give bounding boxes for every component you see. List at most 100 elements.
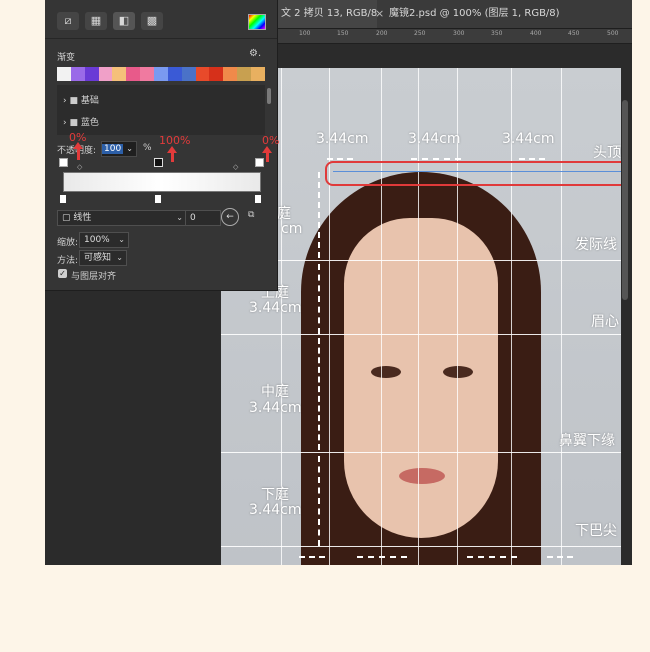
folder-label: 蓝色 xyxy=(80,118,99,128)
ruler-tick: 250 xyxy=(414,30,426,37)
document-tabs: 文 2 拷贝 13, RGB/8) × 魔镜2.psd @ 100% (图层 1… xyxy=(277,0,632,29)
folder-item-basic[interactable]: › ■ 基础 xyxy=(63,93,99,106)
gradient-bar[interactable] xyxy=(63,172,261,192)
align-label: 与图层对齐 xyxy=(71,272,117,282)
noise-gradient-button[interactable]: ▩ xyxy=(141,12,163,30)
label-meixin: 眉心 xyxy=(591,314,619,330)
measure-arrow xyxy=(299,556,325,558)
angle-input[interactable]: 0 xyxy=(185,210,221,226)
dither-icon[interactable]: ⧉ xyxy=(248,210,254,220)
gradient-preset-swatch[interactable] xyxy=(209,67,224,81)
opacity-stop[interactable] xyxy=(154,158,163,167)
gradient-preset-swatch[interactable] xyxy=(223,67,238,81)
close-icon[interactable]: × xyxy=(375,0,384,28)
grid-line xyxy=(221,334,621,335)
label-lower-cm: 3.44cm xyxy=(249,502,302,518)
label-partial-ting: 庭 xyxy=(277,206,291,222)
gradient-preset-swatch[interactable] xyxy=(195,67,210,81)
ruler-tick: 150 xyxy=(337,30,349,37)
color-stop[interactable] xyxy=(255,195,261,203)
face-shape xyxy=(344,218,498,538)
red-arrowhead xyxy=(167,146,177,153)
gradient-presets[interactable] xyxy=(57,67,265,81)
chevron-right-icon: › xyxy=(63,118,67,128)
scale-select[interactable]: 100% ⌄ xyxy=(79,232,129,248)
left-eye xyxy=(371,366,401,378)
red-arrow xyxy=(171,152,174,162)
measure-arrow xyxy=(411,158,461,160)
chevron-down-icon: ⌄ xyxy=(116,253,123,262)
grid-line xyxy=(221,546,621,547)
gear-icon[interactable]: ⚙. xyxy=(249,48,261,59)
label-middle-ting: 中庭 xyxy=(261,384,289,400)
gradient-preset-swatch[interactable] xyxy=(98,67,113,81)
grid-line xyxy=(561,68,562,565)
label-fajixian: 发际线 xyxy=(575,237,617,253)
gradient-preset-swatch[interactable] xyxy=(84,67,99,81)
opacity-stop[interactable] xyxy=(255,158,264,167)
divider xyxy=(45,38,277,39)
gradient-panel: ⧄ ▦ ◧ ▩ 渐变 ⚙. › ■ 基础 › ■ 蓝色 不透明度: 100 ⌄ xyxy=(45,0,279,291)
ruler-tick: 450 xyxy=(568,30,580,37)
measure-arrow xyxy=(547,556,573,558)
tab-document-2[interactable]: 魔镜2.psd @ 100% (图层 1, RGB/8) xyxy=(389,0,560,28)
panel-title: 渐变 xyxy=(57,53,76,63)
folder-scrollbar[interactable] xyxy=(267,88,271,104)
tab-document-1[interactable]: 文 2 拷贝 13, RGB/8) xyxy=(277,0,377,28)
vertical-scrollbar[interactable] xyxy=(622,100,628,300)
reverse-icon[interactable]: ← xyxy=(221,208,239,226)
method-label: 方法: xyxy=(57,256,79,266)
gradient-preset-swatch[interactable] xyxy=(57,67,71,81)
gradient-preset-swatch[interactable] xyxy=(70,67,85,81)
gradient-preset-swatch[interactable] xyxy=(181,67,196,81)
gradient-style-select[interactable]: ▢ 线性 ⌄ xyxy=(57,210,187,226)
folder-icon: ■ xyxy=(69,96,81,106)
ruler-tick: 200 xyxy=(376,30,388,37)
ruler-tick: 300 xyxy=(453,30,465,37)
gradient-preset-swatch[interactable] xyxy=(167,67,182,81)
red-arrowhead xyxy=(262,146,272,153)
measure-arrow xyxy=(318,172,320,258)
gradient-preset-swatch[interactable] xyxy=(126,67,141,81)
grid-view-button[interactable]: ▦ xyxy=(85,12,107,30)
folder-item-blue[interactable]: › ■ 蓝色 xyxy=(63,115,99,128)
midpoint-icon[interactable]: ◇ xyxy=(233,163,238,171)
label-middle-cm: 3.44cm xyxy=(249,400,302,416)
measure-arrow xyxy=(467,556,517,558)
angle-value: 0 xyxy=(190,213,196,223)
gradient-preset-swatch[interactable] xyxy=(237,67,252,81)
gradient-preset-swatch[interactable] xyxy=(140,67,155,81)
measure-arrow xyxy=(357,556,407,558)
photoshop-window: 3.44cm 3.44cm 3.44cm 头顶 发际线 眉心 鼻翼下缘 下巴尖 … xyxy=(45,0,632,565)
opacity-stop[interactable] xyxy=(59,158,68,167)
grid-line xyxy=(221,260,621,261)
opacity-input[interactable]: 100 ⌄ xyxy=(101,141,137,157)
red-arrow xyxy=(266,152,269,162)
red-arrowhead xyxy=(73,142,83,149)
highlight-box xyxy=(325,161,621,186)
scale-value: 100% xyxy=(84,235,110,245)
gradient-preset-swatch[interactable] xyxy=(251,67,265,81)
label-xiabajian: 下巴尖 xyxy=(575,523,617,539)
chevron-down-icon[interactable]: ⌄ xyxy=(126,142,133,156)
color-stop[interactable] xyxy=(60,195,66,203)
label-biyixia: 鼻翼下缘 xyxy=(559,433,615,449)
measure-arrow xyxy=(318,338,320,450)
measure-label: 3.44cm xyxy=(502,131,555,147)
gradient-preset-swatch[interactable] xyxy=(154,67,168,81)
color-swatch-icon[interactable] xyxy=(248,14,266,30)
measure-arrow xyxy=(327,158,353,160)
grid-line xyxy=(381,68,382,565)
lips xyxy=(399,468,445,484)
align-checkbox[interactable]: ✓ xyxy=(58,269,67,278)
midpoint-icon[interactable]: ◇ xyxy=(77,163,82,171)
gradient-preset-swatch[interactable] xyxy=(112,67,127,81)
gradient-style-value: 线性 xyxy=(73,213,92,223)
chevron-down-icon: ⌄ xyxy=(118,235,125,244)
chevron-down-icon: ⌄ xyxy=(176,213,183,222)
method-select[interactable]: 可感知 ⌄ xyxy=(79,250,127,266)
ruler-tick: 100 xyxy=(299,30,311,37)
no-gradient-button[interactable]: ⧄ xyxy=(57,12,79,30)
color-stop[interactable] xyxy=(155,195,161,203)
gradient-type-button[interactable]: ◧ xyxy=(113,12,135,30)
